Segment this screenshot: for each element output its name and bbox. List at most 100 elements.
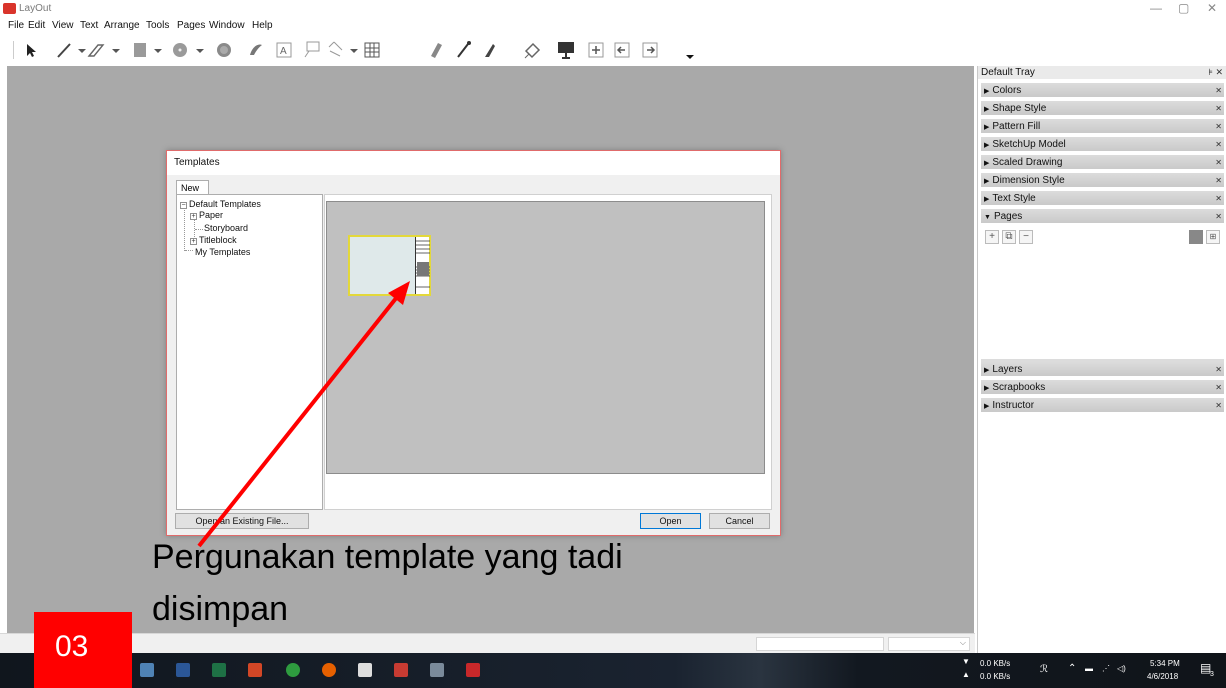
panel-close-icon[interactable]: ✕ xyxy=(1215,119,1222,134)
sticky-notes-icon[interactable] xyxy=(358,663,372,677)
duplicate-page-button[interactable]: ⧉ xyxy=(1002,230,1016,244)
split-icon[interactable] xyxy=(426,39,446,61)
polygon-icon[interactable] xyxy=(214,39,234,61)
style-icon[interactable] xyxy=(522,39,542,61)
battery-icon[interactable]: ▬ xyxy=(1085,664,1093,673)
label-icon[interactable] xyxy=(302,39,322,61)
tab-new[interactable]: New xyxy=(176,180,209,195)
presentation-icon[interactable] xyxy=(556,39,576,61)
panel-text-style[interactable]: ▶ Text Style ✕ xyxy=(981,191,1224,206)
panel-close-icon[interactable]: ✕ xyxy=(1215,191,1222,206)
chrome-icon[interactable] xyxy=(286,663,300,677)
panel-close-icon[interactable]: ✕ xyxy=(1215,380,1222,395)
tree-item-my-templates[interactable]: My Templates xyxy=(195,247,250,257)
circle-icon[interactable] xyxy=(170,39,190,61)
menu-help[interactable]: Help xyxy=(252,20,273,31)
show-hidden-icons[interactable]: ⌃ xyxy=(1068,663,1076,674)
menu-arrange[interactable]: Arrange xyxy=(104,20,140,31)
panel-close-icon[interactable]: ✕ xyxy=(1215,155,1222,170)
app-taskbar-icon[interactable] xyxy=(430,663,444,677)
table-icon[interactable] xyxy=(362,39,382,61)
prev-page-icon[interactable] xyxy=(612,39,632,61)
panel-colors[interactable]: ▶ Colors ✕ xyxy=(981,83,1224,98)
firefox-icon[interactable] xyxy=(322,663,336,677)
add-page-icon[interactable] xyxy=(586,39,606,61)
layout-taskbar-icon[interactable] xyxy=(394,663,408,677)
paint-icon[interactable] xyxy=(480,39,500,61)
line-icon[interactable] xyxy=(54,39,74,61)
file-explorer-icon[interactable] xyxy=(140,663,154,677)
dimension-icon[interactable] xyxy=(326,39,346,61)
tray-pin-close-icon[interactable]: ⊧ ✕ xyxy=(1208,66,1223,79)
delete-page-button[interactable]: − xyxy=(1019,230,1033,244)
panel-close-icon[interactable]: ✕ xyxy=(1215,398,1222,413)
tree-item-paper[interactable]: + Paper xyxy=(190,210,223,220)
pages-list[interactable] xyxy=(981,249,1224,362)
panel-pattern-fill[interactable]: ▶ Pattern Fill ✕ xyxy=(981,119,1224,134)
panel-pages[interactable]: ▼ Pages ✕ xyxy=(981,209,1224,224)
toolbar-overflow-icon[interactable] xyxy=(680,39,700,61)
clock-time[interactable]: 5:34 PM xyxy=(1150,659,1180,668)
panel-shape-style[interactable]: ▶ Shape Style ✕ xyxy=(981,101,1224,116)
default-tray: Default Tray ⊧ ✕ ▶ Colors ✕ ▶ Shape Style ✕ … xyxy=(977,66,1226,653)
template-thumbnail[interactable] xyxy=(348,235,431,296)
panel-close-icon[interactable]: ✕ xyxy=(1215,83,1222,98)
tree-item-titleblock[interactable]: + Titleblock xyxy=(190,235,237,245)
select-icon[interactable] xyxy=(20,39,40,61)
expand-icon[interactable]: + xyxy=(190,213,197,220)
volume-icon[interactable]: ◁) xyxy=(1117,664,1126,673)
maximize-icon[interactable]: ▢ xyxy=(1178,1,1189,15)
menu-tools[interactable]: Tools xyxy=(146,20,169,31)
menu-window[interactable]: Window xyxy=(209,20,245,31)
expand-icon[interactable]: + xyxy=(190,238,197,245)
excel-icon[interactable] xyxy=(212,663,226,677)
tree-item-storyboard[interactable]: Storyboard xyxy=(204,223,248,233)
circle-dropdown-icon[interactable] xyxy=(190,39,210,61)
panel-close-icon[interactable]: ✕ xyxy=(1215,137,1222,152)
panel-close-icon[interactable]: ✕ xyxy=(1215,173,1222,188)
next-page-icon[interactable] xyxy=(640,39,660,61)
tree-item-default-templates[interactable]: − Default Templates xyxy=(180,199,261,209)
grid-view-icon[interactable]: ⊞ xyxy=(1206,230,1220,244)
measurements-box[interactable] xyxy=(756,637,884,651)
rectangle-icon[interactable] xyxy=(130,39,150,61)
erase-icon[interactable] xyxy=(246,39,266,61)
list-view-icon[interactable] xyxy=(1189,230,1203,244)
clock-date[interactable]: 4/6/2018 xyxy=(1147,672,1178,681)
panel-label: Scrapbooks xyxy=(992,382,1046,393)
menu-file[interactable]: File xyxy=(8,20,24,31)
freehand-dropdown-icon[interactable] xyxy=(106,39,126,61)
panel-layers[interactable]: ▶ Layers ✕ xyxy=(981,362,1224,377)
add-page-button[interactable]: + xyxy=(985,230,999,244)
open-existing-file-button[interactable]: Open an Existing File... xyxy=(175,513,309,529)
panel-scaled-drawing[interactable]: ▶ Scaled Drawing ✕ xyxy=(981,155,1224,170)
collapse-arrow-icon: ▼ xyxy=(984,214,991,221)
menu-pages[interactable]: Pages xyxy=(177,20,205,31)
panel-sketchup-model[interactable]: ▶ SketchUp Model ✕ xyxy=(981,137,1224,152)
powerpoint-icon[interactable] xyxy=(248,663,262,677)
text-icon[interactable]: A xyxy=(274,39,294,61)
eyedropper-icon[interactable] xyxy=(454,39,474,61)
panel-close-icon[interactable]: ✕ xyxy=(1215,101,1222,116)
word-icon[interactable] xyxy=(176,663,190,677)
dimension-dropdown-icon[interactable] xyxy=(344,39,364,61)
minimize-icon[interactable]: — xyxy=(1150,1,1162,15)
sketchup-taskbar-icon[interactable] xyxy=(466,663,480,677)
open-button[interactable]: Open xyxy=(640,513,701,529)
menu-text[interactable]: Text xyxy=(80,20,98,31)
rectangle-dropdown-icon[interactable] xyxy=(148,39,168,61)
panel-close-icon[interactable]: ✕ xyxy=(1215,362,1222,377)
cancel-button[interactable]: Cancel xyxy=(709,513,770,529)
freehand-icon[interactable] xyxy=(86,39,106,61)
panel-scrapbooks[interactable]: ▶ Scrapbooks ✕ xyxy=(981,380,1224,395)
collapse-icon[interactable]: − xyxy=(180,202,187,209)
zoom-select[interactable]: ⌵ xyxy=(888,637,970,651)
people-icon[interactable]: ℛ xyxy=(1040,664,1048,675)
menu-view[interactable]: View xyxy=(52,20,74,31)
menu-edit[interactable]: Edit xyxy=(28,20,45,31)
panel-instructor[interactable]: ▶ Instructor ✕ xyxy=(981,398,1224,413)
panel-close-icon[interactable]: ✕ xyxy=(1215,209,1222,224)
panel-dimension-style[interactable]: ▶ Dimension Style ✕ xyxy=(981,173,1224,188)
close-icon[interactable]: ✕ xyxy=(1207,1,1217,15)
wifi-icon[interactable]: ⋰ xyxy=(1102,664,1110,673)
